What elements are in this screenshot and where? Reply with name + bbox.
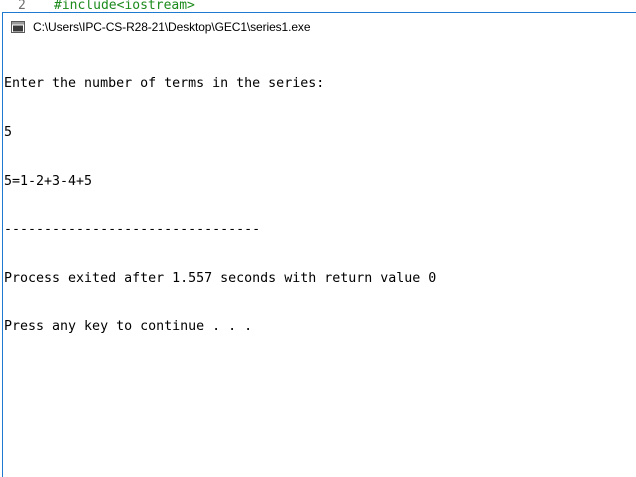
console-app-icon <box>11 21 25 33</box>
editor-line-number: 2 <box>18 0 26 12</box>
console-window[interactable]: C:\Users\IPC-CS-R28-21\Desktop\GEC1\seri… <box>2 12 636 477</box>
console-line-exit-status: Process exited after 1.557 seconds with … <box>4 270 437 286</box>
console-line-continue-prompt: Press any key to continue . . . <box>4 319 253 335</box>
console-line-separator: -------------------------------- <box>4 222 261 238</box>
editor-code-line[interactable]: #include<iostream> <box>54 0 195 12</box>
screen: 2 #include<iostream> C:\Users\IPC-CS-R28… <box>0 0 636 477</box>
console-output[interactable]: Enter the number of terms in the series:… <box>3 41 636 368</box>
window-title-bar[interactable]: C:\Users\IPC-CS-R28-21\Desktop\GEC1\seri… <box>3 13 636 41</box>
console-line-result: 5=1-2+3-4+5 <box>4 173 93 189</box>
console-line-input: 5 <box>4 125 13 140</box>
console-line-prompt: Enter the number of terms in the series: <box>4 76 325 92</box>
window-title: C:\Users\IPC-CS-R28-21\Desktop\GEC1\seri… <box>33 20 311 34</box>
background-code-editor: 2 #include<iostream> <box>0 0 636 12</box>
